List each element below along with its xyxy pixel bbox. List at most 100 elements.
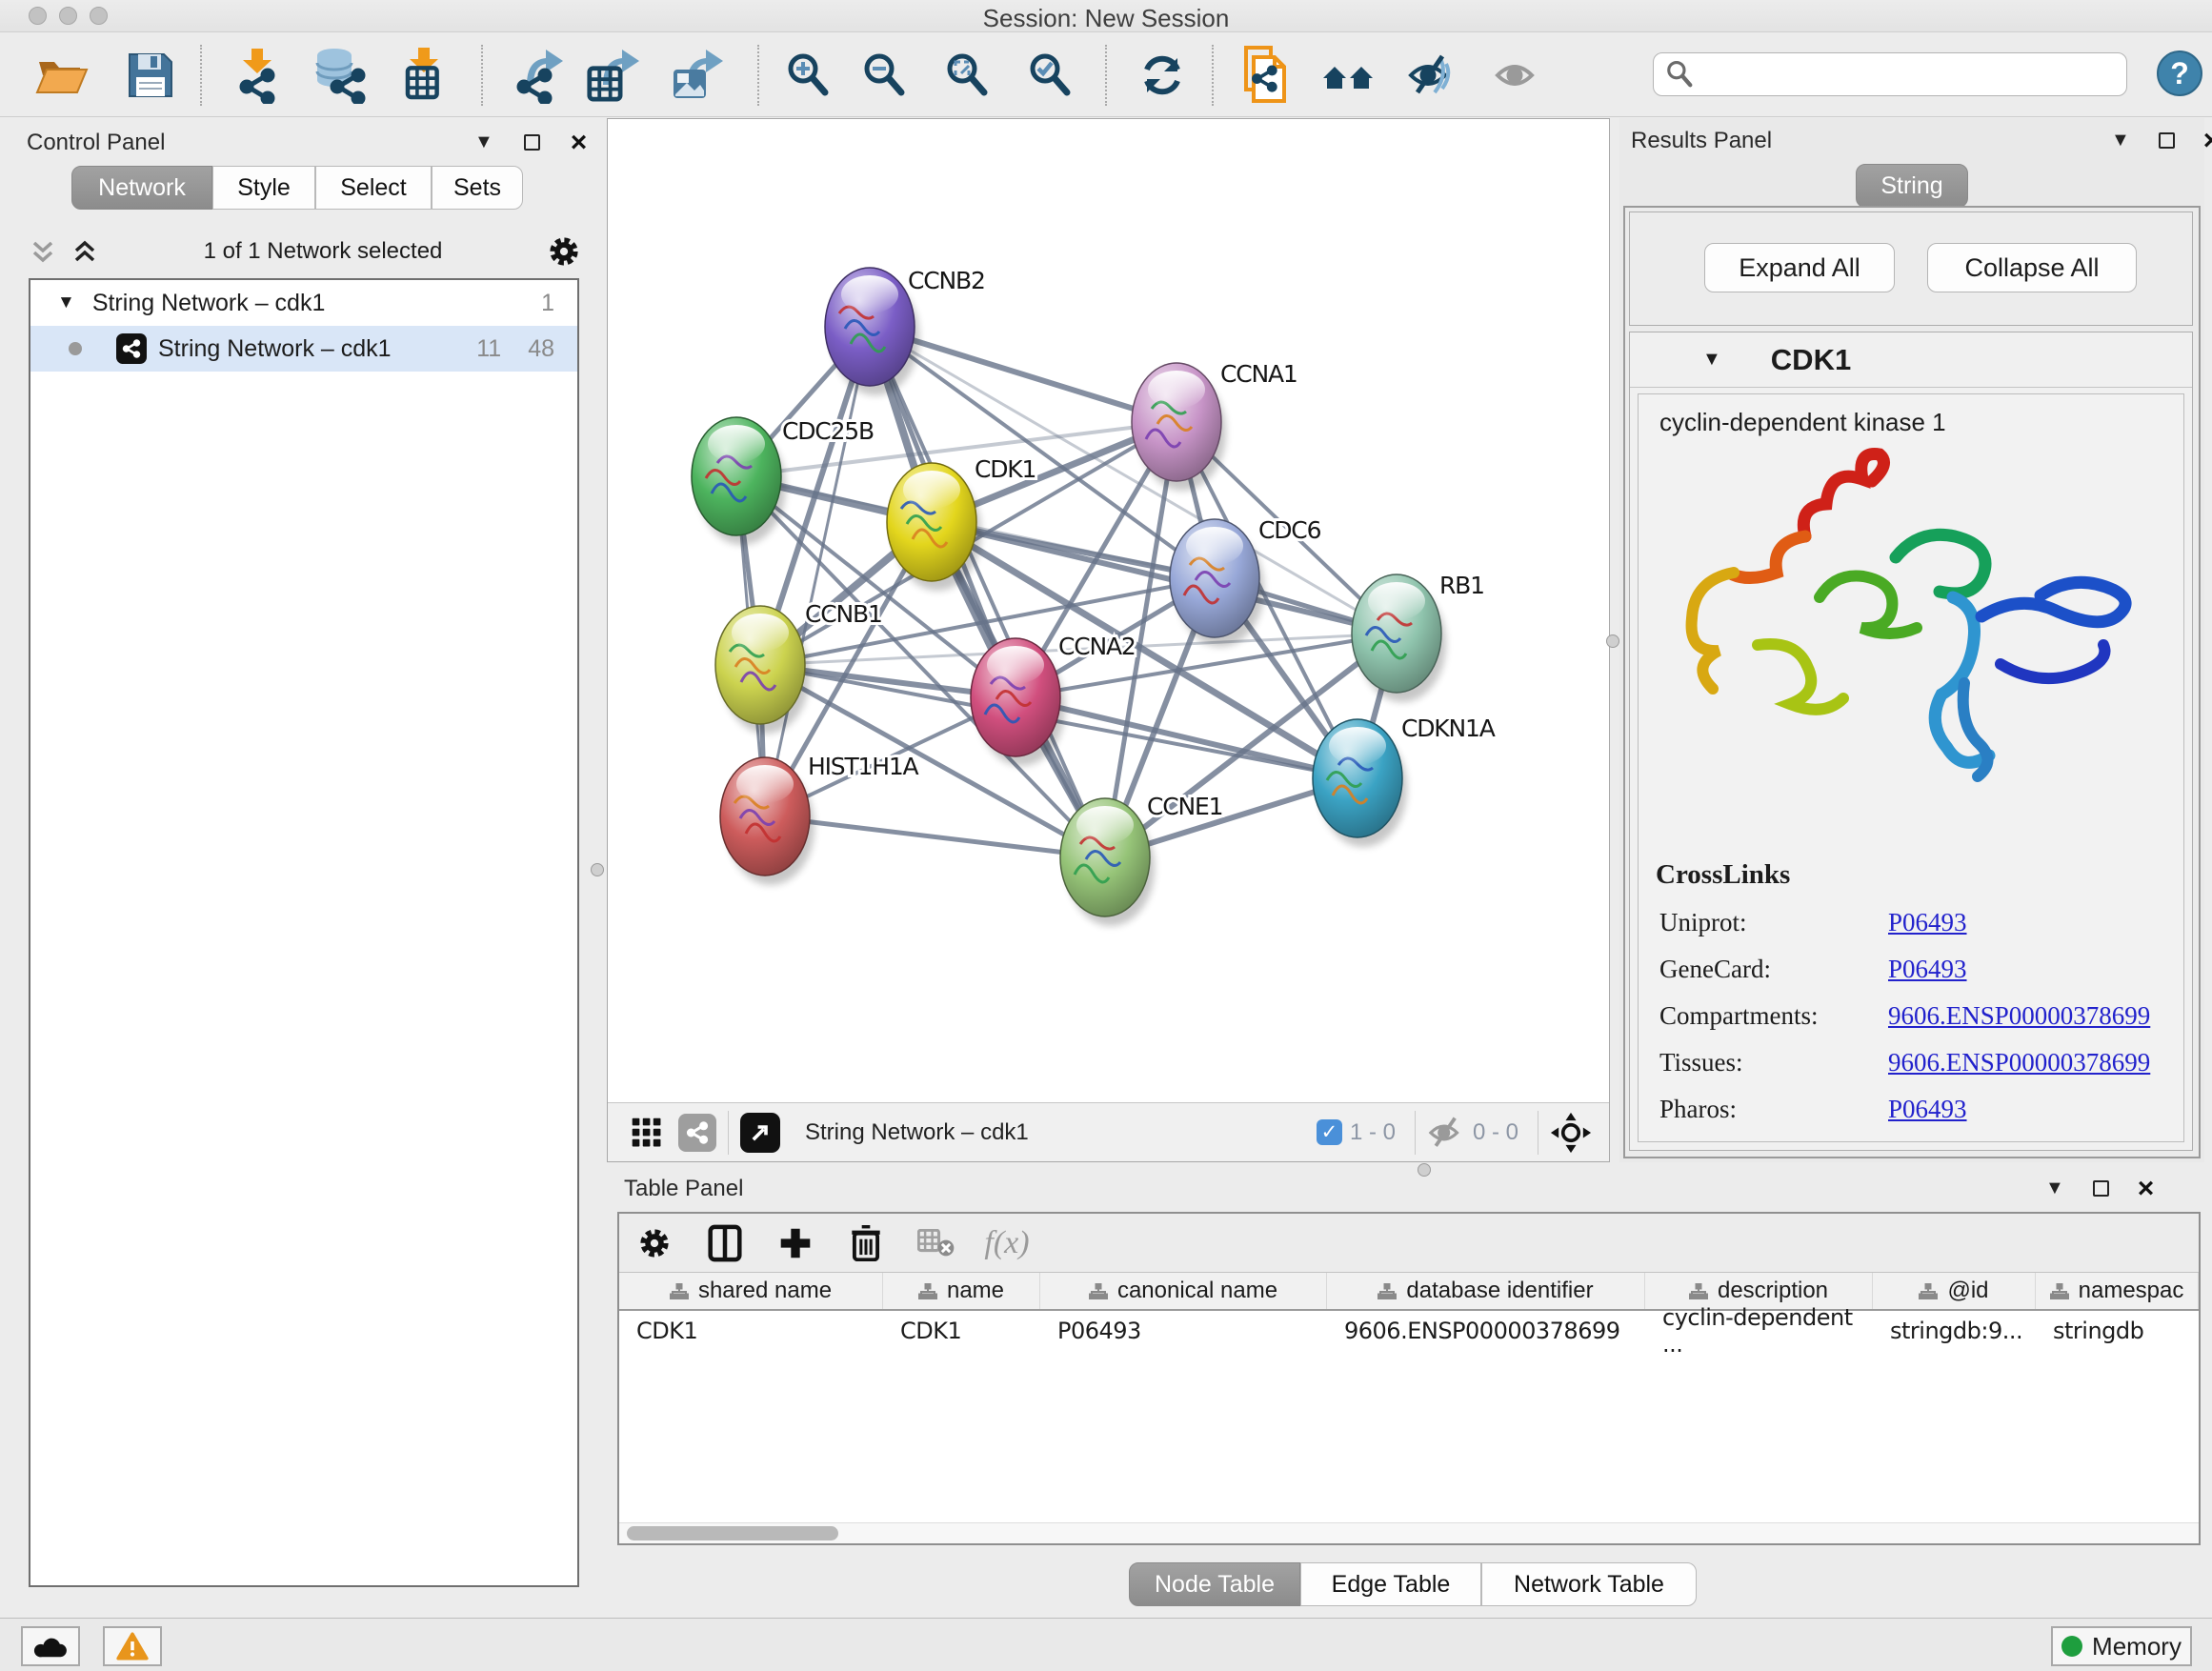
save-session-button[interactable] — [122, 47, 179, 104]
cloud-status-button[interactable] — [21, 1626, 80, 1666]
string-home-button[interactable] — [1319, 47, 1377, 104]
column-header[interactable]: shared name — [619, 1273, 883, 1309]
network-row[interactable]: String Network – cdk1 11 48 — [30, 326, 577, 372]
column-header[interactable]: name — [883, 1273, 1040, 1309]
close-panel-icon[interactable]: × — [2203, 132, 2212, 149]
network-node[interactable]: HIST1H1A — [720, 753, 919, 885]
open-session-button[interactable] — [33, 47, 90, 104]
selected-checkbox[interactable]: ✓ — [1317, 1119, 1342, 1145]
horizontal-scrollbar[interactable] — [619, 1522, 2199, 1543]
panel-menu-icon[interactable]: ▼ — [2111, 130, 2130, 151]
table-row[interactable]: CDK1CDK1P064939606.ENSP00000378699cyclin… — [619, 1311, 2199, 1351]
help-button[interactable]: ? — [2157, 50, 2202, 96]
table-options-button[interactable] — [619, 1226, 690, 1260]
table-cell[interactable]: P06493 — [1040, 1311, 1327, 1351]
network-node[interactable]: CCNB1 — [715, 600, 882, 734]
tab-node-table[interactable]: Node Table — [1129, 1562, 1300, 1606]
network-node[interactable]: CCNB2 — [825, 267, 985, 395]
tab-network[interactable]: Network — [71, 166, 212, 210]
refresh-view-button[interactable] — [1134, 47, 1191, 104]
network-share-toggle[interactable] — [678, 1114, 716, 1152]
delete-column-button[interactable] — [831, 1225, 901, 1261]
network-node[interactable]: CDC6 — [1170, 516, 1321, 647]
open-in-window-button[interactable] — [740, 1113, 780, 1153]
splitter-handle[interactable] — [1606, 634, 1619, 648]
import-network-database-button[interactable] — [310, 47, 367, 104]
table-cell[interactable]: CDK1 — [619, 1311, 883, 1351]
table-cell[interactable]: stringdb — [2036, 1311, 2199, 1351]
float-panel-icon[interactable] — [2093, 1180, 2109, 1197]
function-builder-button[interactable]: f(x) — [972, 1225, 1042, 1261]
search-input[interactable] — [1694, 61, 2103, 88]
splitter-handle[interactable] — [591, 863, 604, 876]
tab-string[interactable]: String — [1856, 164, 1968, 208]
hidden-eye-icon[interactable] — [1427, 1117, 1465, 1149]
tab-select[interactable]: Select — [315, 166, 432, 210]
crosslink-link[interactable]: P06493 — [1888, 1095, 1967, 1124]
zoom-in-button[interactable] — [779, 47, 836, 104]
node-label: CCNA2 — [1058, 633, 1136, 660]
crosslink-link[interactable]: P06493 — [1888, 955, 1967, 984]
node-result-header[interactable]: ▼ CDK1 — [1630, 332, 2192, 388]
tab-edge-table[interactable]: Edge Table — [1300, 1562, 1481, 1606]
crosslink-link[interactable]: 9606.ENSP00000378699 — [1888, 1048, 2150, 1077]
splitter-handle[interactable] — [1418, 1163, 1431, 1177]
table-cell[interactable]: stringdb:9... — [1873, 1311, 2036, 1351]
table-cell[interactable]: cyclin-dependent ... — [1645, 1311, 1873, 1351]
tab-sets[interactable]: Sets — [432, 166, 523, 210]
show-all-button[interactable] — [1486, 47, 1543, 104]
network-node[interactable]: CDKN1A — [1313, 715, 1496, 847]
close-panel-icon[interactable]: × — [571, 134, 588, 151]
table-cell[interactable]: 9606.ENSP00000378699 — [1327, 1311, 1645, 1351]
crosslink-link[interactable]: 9606.ENSP00000378699 — [1888, 1001, 2150, 1031]
network-node[interactable]: CCNA1 — [1132, 360, 1297, 491]
expand-all-button[interactable]: Expand All — [1704, 243, 1895, 292]
column-header[interactable]: @id — [1873, 1273, 2036, 1309]
column-header[interactable]: canonical name — [1040, 1273, 1327, 1309]
import-table-button[interactable] — [395, 47, 452, 104]
collapse-all-icon[interactable] — [29, 237, 57, 266]
node-label: CDKN1A — [1401, 715, 1496, 742]
network-node[interactable]: CCNE1 — [1060, 793, 1222, 926]
export-image-button[interactable] — [668, 47, 725, 104]
panel-menu-icon[interactable]: ▼ — [2045, 1178, 2064, 1199]
search-box[interactable] — [1653, 52, 2127, 96]
network-node[interactable]: CCNA2 — [971, 633, 1136, 766]
network-options-gear-icon[interactable] — [547, 234, 581, 269]
network-edge[interactable] — [932, 522, 1397, 634]
column-header[interactable]: database identifier — [1327, 1273, 1645, 1309]
import-network-button[interactable] — [229, 47, 286, 104]
expand-all-icon[interactable] — [70, 237, 99, 266]
export-network-button[interactable] — [510, 47, 567, 104]
show-columns-button[interactable] — [690, 1224, 760, 1262]
tab-network-table[interactable]: Network Table — [1481, 1562, 1697, 1606]
crosslink-link[interactable]: P06493 — [1888, 908, 1967, 937]
panel-menu-icon[interactable]: ▼ — [474, 131, 493, 153]
expand-triangle-icon[interactable]: ▼ — [57, 292, 75, 313]
memory-button[interactable]: Memory — [2051, 1626, 2192, 1666]
collapse-all-button[interactable]: Collapse All — [1927, 243, 2137, 292]
clone-network-button[interactable] — [1237, 47, 1294, 104]
float-panel-icon[interactable] — [2159, 132, 2175, 149]
grid-view-icon[interactable] — [631, 1117, 663, 1149]
table-cell[interactable]: CDK1 — [883, 1311, 1040, 1351]
warnings-button[interactable] — [103, 1626, 162, 1666]
export-table-button[interactable] — [584, 47, 641, 104]
hide-selected-button[interactable] — [1402, 47, 1459, 104]
column-header[interactable]: namespac — [2036, 1273, 2199, 1309]
pan-crosshair-icon[interactable] — [1550, 1112, 1592, 1154]
network-canvas[interactable]: CCNB2CCNA1CDC25BCDK1CDC6RB1CCNB1CCNA2CDK… — [608, 119, 1609, 1102]
network-collection-row[interactable]: ▼ String Network – cdk1 1 — [30, 280, 577, 326]
delete-table-button[interactable] — [901, 1229, 972, 1258]
zoom-selected-button[interactable] — [1021, 47, 1078, 104]
close-panel-icon[interactable]: × — [2138, 1180, 2155, 1197]
scrollbar-thumb[interactable] — [627, 1526, 838, 1540]
float-panel-icon[interactable] — [524, 134, 540, 151]
network-node[interactable]: RB1 — [1352, 572, 1484, 702]
expand-triangle-icon[interactable]: ▼ — [1702, 349, 1721, 371]
network-edge[interactable] — [765, 816, 1105, 857]
create-column-button[interactable] — [760, 1227, 831, 1259]
fit-content-button[interactable] — [938, 47, 995, 104]
tab-style[interactable]: Style — [212, 166, 315, 210]
zoom-out-button[interactable] — [855, 47, 913, 104]
